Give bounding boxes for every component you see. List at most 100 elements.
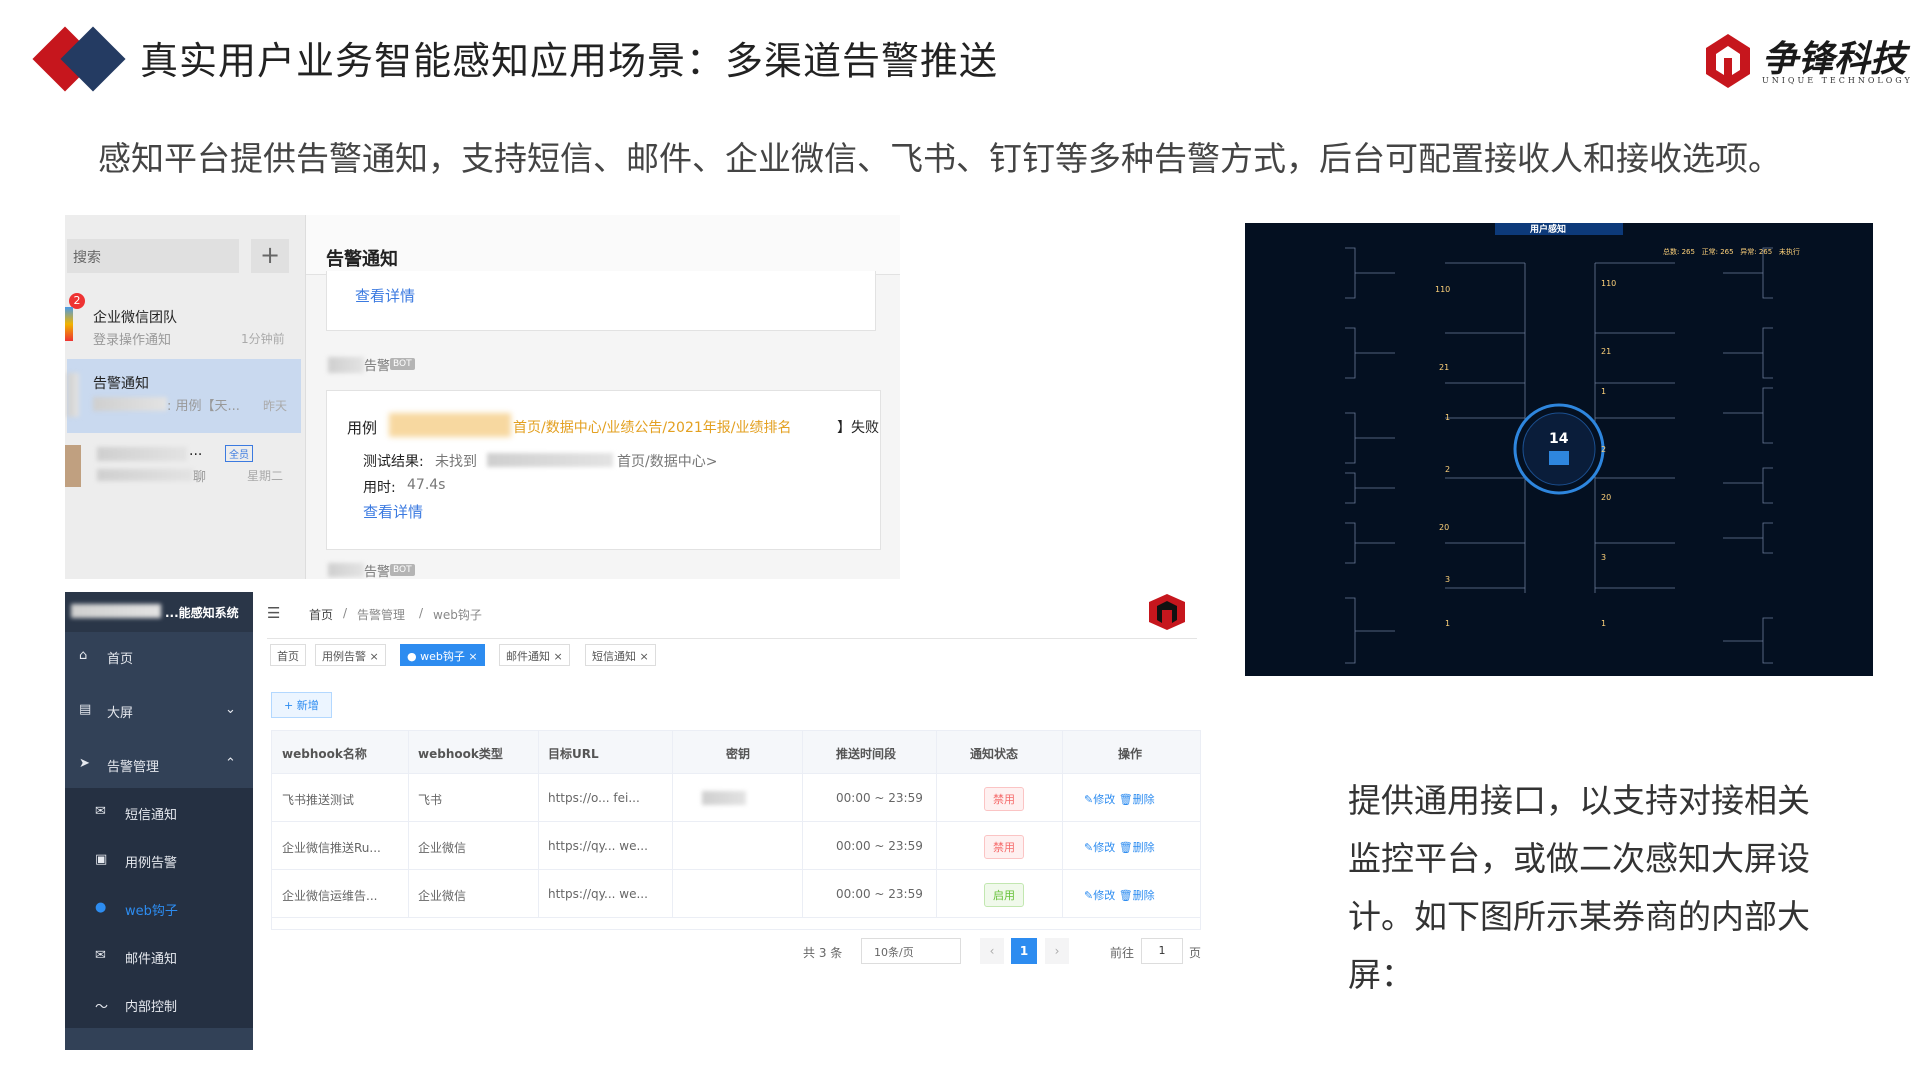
chat-item-active[interactable]: 告警通知 : 用例【天... 昨天 <box>67 359 301 433</box>
dashboard-screenshot: 用户感知 总数: 265 正常: 265 异常: 265 未执行 14 110 … <box>1245 223 1873 676</box>
blurred-sender <box>328 563 364 577</box>
sender-name: 告警 <box>364 565 391 579</box>
group-tag: 全员 <box>225 445 253 462</box>
status-badge: 禁用 <box>984 835 1024 859</box>
chat-sidebar: 搜索 + 2 企业微信团队 登录操作通知 1分钟前 告警通知 : 用例【天...… <box>65 215 305 579</box>
submenu-sms[interactable]: ✉ 短信通知 <box>65 788 253 836</box>
node-count: 20 <box>1601 493 1612 502</box>
page-title: 真实用户业务智能感知应用场景：多渠道告警推送 <box>140 39 999 83</box>
chat-name: 企业微信团队 <box>93 310 177 326</box>
status-badge: 启用 <box>984 883 1024 907</box>
message-card: 查看详情 <box>326 271 876 331</box>
row-actions[interactable]: ✎修改 🗑删除 <box>1084 887 1155 903</box>
row-url: https://qy... we... <box>548 887 648 901</box>
col-time: 推送时间段 <box>836 747 897 761</box>
node-count: 20 <box>1439 523 1450 532</box>
menu-label: 首页 <box>107 652 134 667</box>
chat-time: 星期二 <box>247 469 284 483</box>
row-actions[interactable]: ✎修改 🗑删除 <box>1084 839 1155 855</box>
view-details-link[interactable]: 查看详情 <box>363 501 423 522</box>
blurred-text <box>97 469 193 481</box>
sender-name: 告警 <box>364 359 391 374</box>
page-unit: 页 <box>1189 946 1202 960</box>
row-time: 00:00 ~ 23:59 <box>836 791 923 805</box>
tab-sms[interactable]: 短信通知 × <box>585 644 656 666</box>
menu-label: 大屏 <box>107 706 134 721</box>
menu-toggle-icon[interactable]: ☰ <box>267 604 280 622</box>
company-name: 争锋科技 <box>1762 39 1907 80</box>
case-status: 】失败 <box>837 420 879 436</box>
breadcrumb-current: web钩子 <box>433 608 482 622</box>
submenu-label: 短信通知 <box>125 808 178 823</box>
submenu-control[interactable]: 〜 内部控制 <box>65 980 253 1028</box>
avatar <box>65 445 81 487</box>
menu-home[interactable]: ⌂ 首页 <box>65 632 253 680</box>
blurred-sender <box>328 357 364 373</box>
system-name: ...能感知系统 <box>165 606 239 620</box>
center-count: 14 <box>1549 431 1569 447</box>
node-count: 1 <box>1445 619 1451 628</box>
row-name: 企业微信推送Ru... <box>282 841 381 855</box>
chat-item[interactable]: 2 企业微信团队 登录操作通知 1分钟前 <box>65 285 305 359</box>
avatar <box>67 373 79 417</box>
message-card: 用例 首页/数据中心/业绩公告/2021年报/业绩排名 】失败 测试结果: 未找… <box>326 390 881 550</box>
row-url: https://qy... we... <box>548 839 648 853</box>
node-count: 2 <box>1601 445 1607 454</box>
submenu-case[interactable]: ▣ 用例告警 <box>65 836 253 884</box>
submenu-label: 用例告警 <box>125 856 178 871</box>
row-divider <box>272 869 1200 870</box>
tab-webhook[interactable]: ● web钩子 × <box>400 644 485 666</box>
menu-alert[interactable]: ➤ 告警管理 ⌃ <box>65 740 253 788</box>
prev-page-icon[interactable]: ‹ <box>980 938 1004 964</box>
submenu-webhook[interactable]: ● web钩子 <box>65 884 253 932</box>
goto-input[interactable]: 1 <box>1141 938 1183 964</box>
company-name-en: UNIQUE TECHNOLOGY <box>1762 76 1913 85</box>
blurred-text <box>97 447 187 461</box>
tab-home[interactable]: 首页 <box>270 644 306 666</box>
node-count: 2 <box>1445 465 1451 474</box>
breadcrumb-home[interactable]: 首页 <box>309 606 333 623</box>
blurred-text <box>389 413 511 437</box>
col-divider <box>538 731 539 917</box>
row-actions[interactable]: ✎修改 🗑删除 <box>1084 791 1155 807</box>
sidebar: ...能感知系统 ⌂ 首页 ▤ 大屏 ⌄ ➤ 告警管理 ⌃ ✉ 短信通知 ▣ 用… <box>65 592 253 1050</box>
add-button[interactable]: + 新增 <box>271 692 332 718</box>
row-divider <box>272 821 1200 822</box>
page-current[interactable]: 1 <box>1011 938 1037 964</box>
breadcrumb-sep: / <box>343 606 348 620</box>
blurred-logo <box>71 604 161 618</box>
menu-screen[interactable]: ▤ 大屏 ⌄ <box>65 686 253 734</box>
user-avatar-icon[interactable] <box>1145 592 1189 632</box>
breadcrumb-sep: / <box>419 606 424 620</box>
row-type: 企业微信 <box>418 889 467 903</box>
description-text: 提供通用接口，以支持对接相关监控平台，或做二次感知大屏设计。如下图所示某券商的内… <box>1348 781 1810 994</box>
menu-label: 告警管理 <box>107 760 160 775</box>
col-divider <box>672 731 673 917</box>
chat-item[interactable]: ... 全员 聊 星期二 <box>65 437 305 511</box>
chat-preview: 聊 <box>193 470 207 485</box>
breadcrumb-alert[interactable]: 告警管理 <box>357 606 405 623</box>
col-secret: 密钥 <box>726 747 751 761</box>
tab-email[interactable]: 邮件通知 × <box>499 644 570 666</box>
page-size-select[interactable]: 10条/页 <box>861 938 961 964</box>
node-count: 1 <box>1445 413 1451 422</box>
tab-case-alert[interactable]: 用例告警 × <box>315 644 386 666</box>
time-label: 用时: <box>363 480 396 496</box>
bot-badge: BOT <box>390 358 415 370</box>
dashboard-title: 用户感知 <box>1530 225 1567 235</box>
row-time: 00:00 ~ 23:59 <box>836 839 923 853</box>
case-label: 用例 <box>347 419 378 437</box>
submenu-email[interactable]: ✉ 邮件通知 <box>65 932 253 980</box>
node-count: 110 <box>1601 279 1617 288</box>
bell-icon: ➤ <box>79 756 90 771</box>
col-url: 目标URL <box>548 747 599 761</box>
chat-time: 1分钟前 <box>241 332 285 346</box>
pager-total: 共 3 条 <box>803 946 843 960</box>
add-button[interactable]: + <box>251 239 289 273</box>
time-value: 47.4s <box>407 477 446 493</box>
dashboard-stats: 总数: 265 正常: 265 异常: 265 未执行 <box>1663 248 1800 256</box>
next-page-icon[interactable]: › <box>1045 938 1069 964</box>
case-icon: ▣ <box>95 852 108 867</box>
search-input[interactable]: 搜索 <box>67 239 239 273</box>
view-details-link[interactable]: 查看详情 <box>355 285 415 306</box>
